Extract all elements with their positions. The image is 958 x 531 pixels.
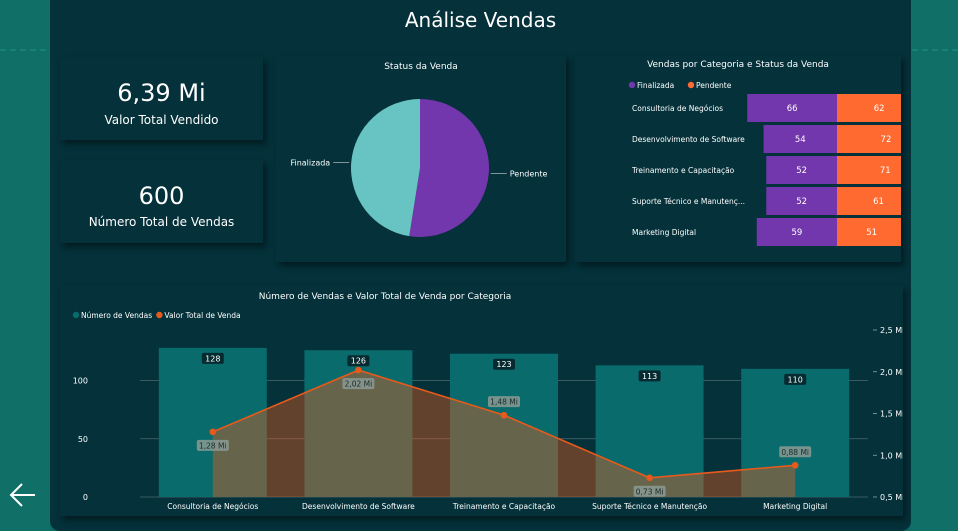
- x-category-label: Marketing Digital: [763, 502, 827, 511]
- bar-value-label: 110: [788, 375, 803, 384]
- bar-value-label: 54: [795, 135, 806, 145]
- legend-dot: [156, 311, 163, 319]
- left-side-bar: [0, 0, 50, 531]
- y-left-tick-label: 100: [73, 377, 88, 386]
- kpi-label: Número Total de Vendas: [88, 215, 235, 229]
- combo-chart[interactable]: Número de Vendas Valor Total de Venda 0 50 1…: [60, 286, 903, 516]
- legend-label: Número de Vendas: [81, 311, 152, 320]
- y-left-tick-label: 0: [83, 493, 88, 502]
- legend-label: Finalizada: [637, 81, 674, 90]
- hbar-chart[interactable]: Finalizada Pendente Consultoria de Negócio…: [575, 56, 901, 262]
- pie-chart-panel[interactable]: Status da Venda Pendente Finalizada: [276, 56, 566, 262]
- bar-value-label: 61: [873, 197, 884, 207]
- pie-slice: [409, 99, 489, 237]
- back-arrow-icon[interactable]: [8, 480, 38, 510]
- kpi-value: 600: [138, 182, 185, 210]
- bar-value-label: 52: [796, 197, 807, 207]
- category-label: Desenvolvimento de Software: [632, 135, 745, 144]
- legend-label: Valor Total de Venda: [164, 311, 240, 320]
- kpi-card-total-value[interactable]: 6,39 Mi Valor Total Vendido: [60, 57, 263, 140]
- bar-value-label: 126: [351, 357, 366, 366]
- x-category-label: Treinamento e Capacitação: [452, 502, 556, 511]
- y-right-tick-label: 2,5 Mi: [880, 326, 903, 335]
- y-right-tick-label: 0,5 Mi: [880, 493, 903, 502]
- kpi-label: Valor Total Vendido: [104, 113, 219, 127]
- bar-value-label: 123: [496, 360, 511, 369]
- category-label: Consultoria de Negócios: [632, 104, 723, 113]
- line-value-label: 0,73 Mi: [636, 487, 664, 496]
- right-side-bar: [911, 0, 958, 531]
- pie-slice-label: Pendente: [510, 170, 548, 179]
- bar-value-label: 66: [787, 104, 798, 114]
- category-label: Suporte Técnico e Manutenç...: [632, 197, 745, 206]
- line-point: [791, 461, 799, 469]
- line-point: [500, 411, 508, 419]
- bar-pendente: [837, 125, 901, 153]
- y-left-tick-label: 50: [78, 435, 88, 444]
- kpi-card-total-sales[interactable]: 600 Número Total de Vendas: [60, 160, 263, 243]
- bar-value-label: 113: [642, 372, 657, 381]
- report-canvas: Análise Vendas 6,39 Mi Valor Total Vendi…: [50, 0, 911, 531]
- bar-value-label: 62: [874, 104, 885, 114]
- x-category-label: Suporte Técnico e Manutenção: [592, 502, 707, 511]
- kpi-value: 6,39 Mi: [117, 79, 206, 107]
- x-category-label: Desenvolvimento de Software: [302, 502, 415, 511]
- category-label: Marketing Digital: [632, 228, 696, 237]
- category-label: Treinamento e Capacitação: [631, 166, 735, 175]
- hbar-chart-panel[interactable]: Vendas por Categoria e Status da Venda F…: [575, 56, 901, 262]
- combo-chart-panel[interactable]: Número de Vendas e Valor Total de Venda …: [60, 286, 903, 516]
- line-value-label: 0,88 Mi: [781, 448, 809, 457]
- legend-dot: [687, 81, 695, 89]
- bar-value-label: 59: [791, 228, 802, 238]
- legend-dot: [72, 311, 80, 319]
- line-point: [646, 474, 653, 482]
- bar-pendente: [837, 94, 901, 122]
- bar-value-label: 72: [881, 135, 892, 145]
- pie-slice-label: Finalizada: [290, 158, 330, 167]
- y-right-tick-label: 2,0 Mi: [880, 368, 903, 377]
- line-point: [355, 366, 362, 374]
- bar-value-label: 51: [866, 228, 877, 238]
- bar-value-label: 128: [205, 354, 220, 363]
- line-value-label: 1,28 Mi: [199, 441, 227, 450]
- legend-label: Pendente: [696, 81, 732, 90]
- bar-value-label: 52: [796, 166, 807, 176]
- bar-value-label: 71: [880, 166, 891, 176]
- line-point: [209, 428, 217, 436]
- pie-slice: [351, 99, 420, 237]
- bar-pendente: [837, 156, 901, 184]
- line-value-label: 2,02 Mi: [345, 380, 373, 389]
- page-title: Análise Vendas: [404, 8, 557, 32]
- y-right-tick-label: 1,5 Mi: [880, 410, 903, 419]
- y-right-tick-label: 1,0 Mi: [880, 451, 903, 460]
- x-category-label: Consultoria de Negócios: [167, 502, 258, 511]
- legend-dot: [628, 81, 636, 89]
- line-value-label: 1,48 Mi: [490, 398, 518, 407]
- pie-chart[interactable]: Pendente Finalizada: [276, 56, 566, 262]
- bar-pendente: [837, 187, 901, 215]
